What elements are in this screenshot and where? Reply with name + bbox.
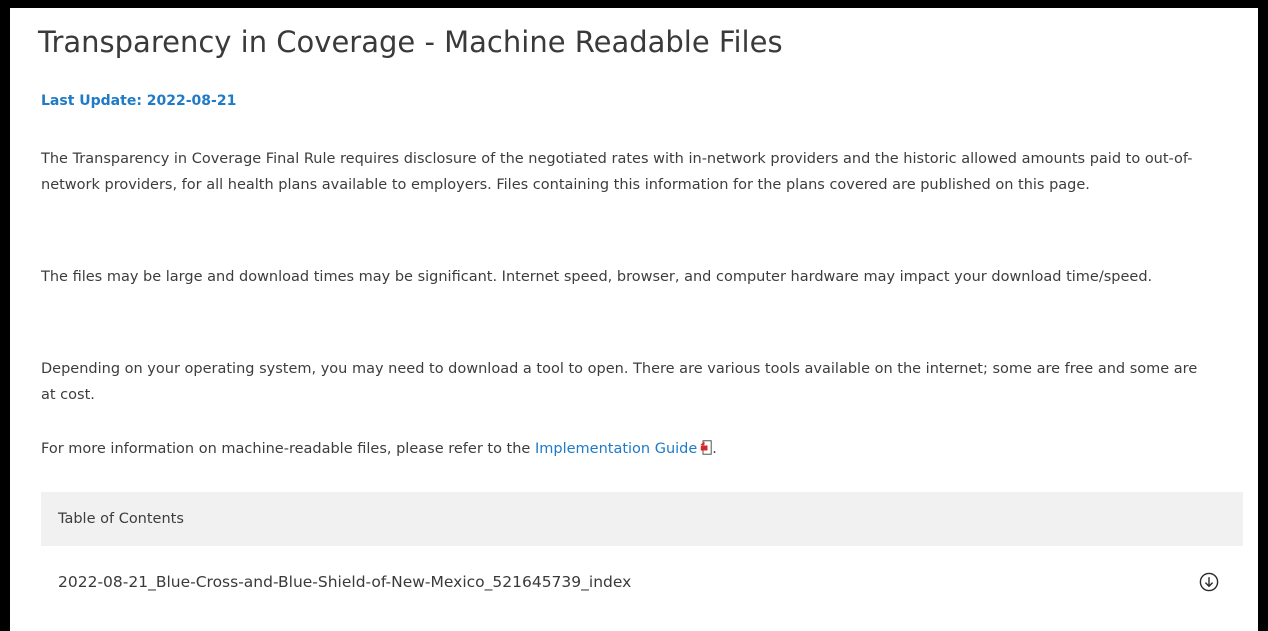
more-info-suffix: . [712, 441, 717, 457]
download-icon[interactable] [1199, 572, 1219, 592]
download-notice-paragraph: The files may be large and download time… [41, 269, 1153, 285]
last-update-date: Last Update: 2022-08-21 [41, 93, 237, 109]
toc-file-row[interactable]: 2022-08-21_Blue-Cross-and-Blue-Shield-of… [41, 546, 1243, 618]
more-info-paragraph: For more information on machine-readable… [41, 436, 1211, 464]
pdf-icon [700, 438, 712, 464]
toc-header: Table of Contents [41, 492, 1243, 546]
implementation-guide-link[interactable]: Implementation Guide [535, 441, 697, 457]
page-title: Transparency in Coverage - Machine Reada… [38, 25, 783, 59]
page-frame: Transparency in Coverage - Machine Reada… [10, 8, 1258, 631]
intro-paragraph: The Transparency in Coverage Final Rule … [41, 151, 1193, 193]
table-of-contents: Table of Contents 2022-08-21_Blue-Cross-… [41, 492, 1243, 618]
more-info-prefix: For more information on machine-readable… [41, 441, 535, 457]
file-name: 2022-08-21_Blue-Cross-and-Blue-Shield-of… [58, 573, 632, 591]
tools-paragraph: Depending on your operating system, you … [41, 361, 1198, 403]
